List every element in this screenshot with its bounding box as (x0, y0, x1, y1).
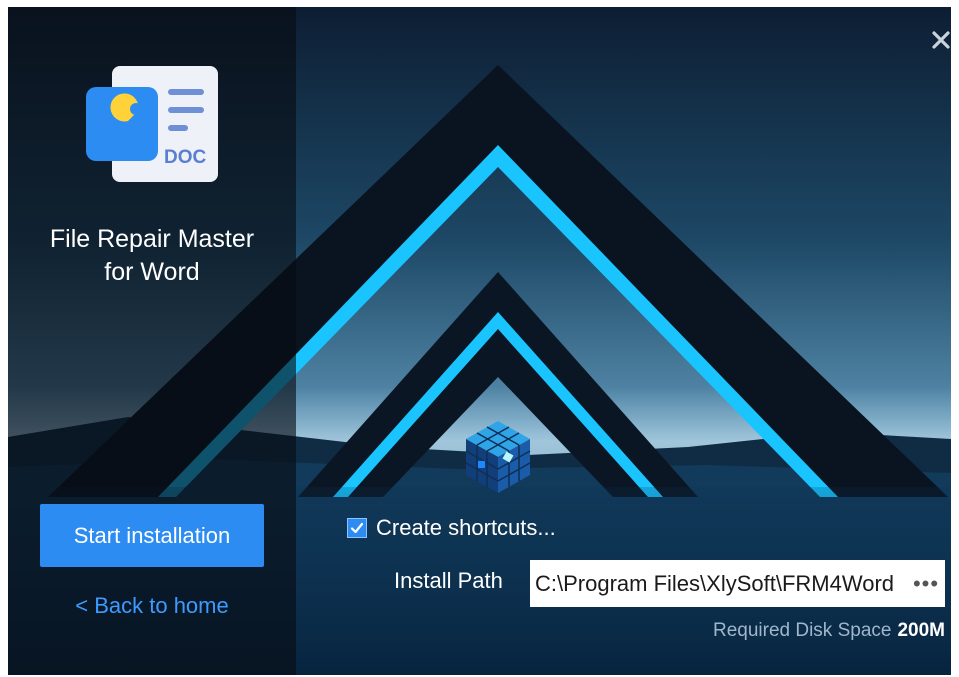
install-path-label: Install Path (394, 568, 503, 593)
close-button[interactable] (930, 29, 951, 51)
close-icon (932, 31, 950, 49)
checkmark-icon (350, 522, 364, 534)
disk-space-value: 200M (897, 620, 945, 641)
app-logo-icon: DOC (86, 66, 218, 182)
install-path-input[interactable] (530, 560, 907, 607)
start-installation-button[interactable]: Start installation (40, 504, 264, 567)
create-shortcuts-label: Create shortcuts... (376, 515, 556, 540)
disk-space-info: Required Disk Space 200M (713, 620, 945, 642)
browse-button[interactable]: ••• (907, 560, 945, 607)
app-title-line2: for Word (104, 258, 200, 286)
disk-space-label: Required Disk Space (712, 620, 892, 641)
back-to-home-link[interactable]: < Back to home (40, 593, 264, 619)
create-shortcuts-option[interactable]: Create shortcuts... (347, 515, 556, 541)
logo-badge: DOC (164, 147, 207, 168)
install-path-field: ••• (530, 560, 945, 607)
app-title-line1: File Repair Master (49, 225, 255, 253)
create-shortcuts-checkbox[interactable] (347, 518, 367, 538)
app-title: File Repair Master for Word (8, 223, 296, 289)
installer-window: DOC File Repair Master for Word Start in… (8, 7, 951, 675)
